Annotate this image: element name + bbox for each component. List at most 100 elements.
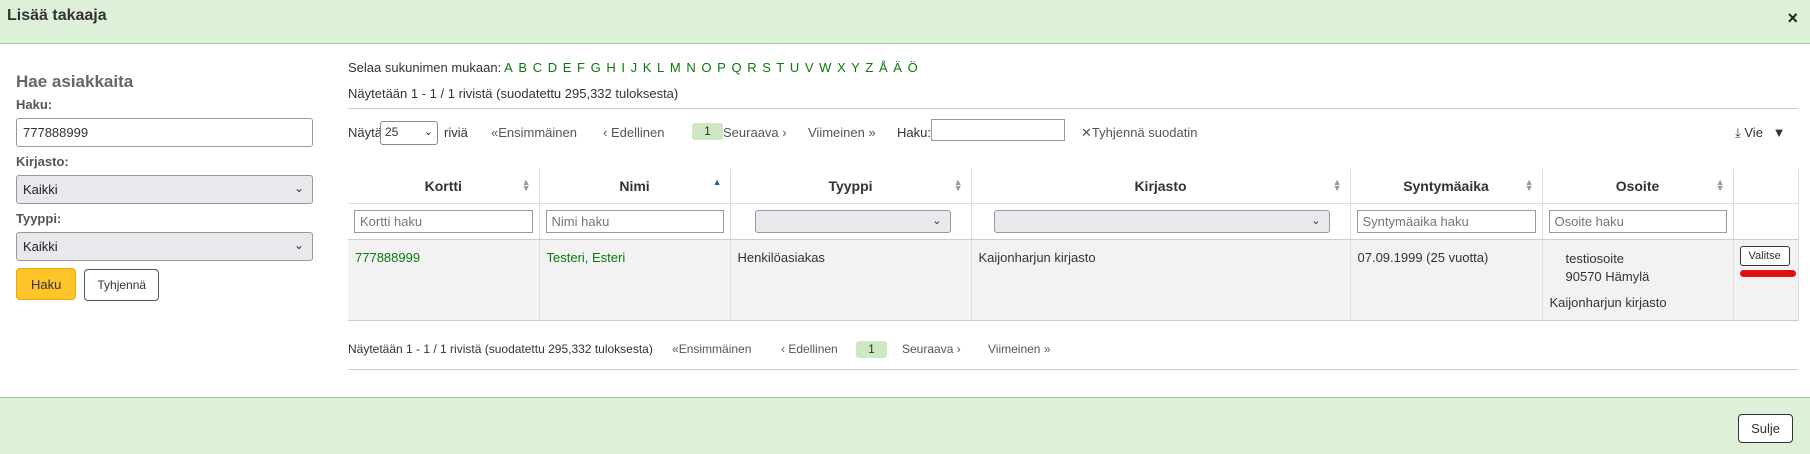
letter-link[interactable]: R bbox=[747, 60, 756, 75]
close-button[interactable]: Sulje bbox=[1738, 414, 1793, 443]
column-header-library[interactable]: Kirjasto ▲ ▼ bbox=[971, 169, 1351, 204]
table-footer: Näytetään 1 - 1 / 1 rivistä (suodatettu … bbox=[348, 321, 1798, 369]
column-header-type[interactable]: Tyyppi ▲ ▼ bbox=[730, 169, 972, 204]
rows-label: riviä bbox=[444, 125, 468, 140]
divider bbox=[348, 368, 1798, 370]
type-filter-select[interactable]: ⌄ bbox=[754, 209, 951, 233]
letter-link[interactable]: H bbox=[606, 60, 615, 75]
letter-link[interactable]: Q bbox=[731, 60, 741, 75]
letter-link[interactable]: J bbox=[631, 60, 638, 75]
letter-link[interactable]: T bbox=[776, 60, 784, 75]
table-toolbar: Näytä 25 ⌄ riviä «Ensimmäinen ‹ Edelline… bbox=[348, 109, 1798, 157]
letter-link[interactable]: X bbox=[837, 60, 846, 75]
caret-down-icon: ▼ bbox=[1772, 125, 1786, 140]
letter-link[interactable]: P bbox=[717, 60, 726, 75]
chevron-left-icon: ‹ bbox=[781, 341, 785, 356]
letter-link[interactable]: D bbox=[548, 60, 557, 75]
address-filter-input[interactable] bbox=[1548, 209, 1727, 233]
close-icon[interactable]: × bbox=[1787, 8, 1798, 29]
letter-link[interactable]: Y bbox=[851, 60, 860, 75]
chevron-left-icon: ‹ bbox=[603, 125, 608, 140]
search-button[interactable]: Haku bbox=[16, 268, 77, 300]
address-library: Kaijonharjun kirjasto bbox=[1549, 294, 1667, 310]
search-input[interactable] bbox=[16, 118, 313, 147]
letter-link[interactable]: Z bbox=[865, 60, 873, 75]
library-select-value: Kaikki bbox=[23, 182, 58, 197]
next-page-button[interactable]: Seuraava › bbox=[723, 125, 787, 140]
letter-link[interactable]: S bbox=[762, 60, 771, 75]
letter-link[interactable]: K bbox=[643, 60, 652, 75]
sort-icon: ▲ ▼ bbox=[521, 177, 531, 193]
clear-filter-button[interactable]: ✕Tyhjennä suodatin bbox=[1081, 125, 1197, 141]
table-filter-input[interactable] bbox=[931, 119, 1065, 141]
letter-link[interactable]: Å bbox=[879, 60, 888, 75]
letter-link[interactable]: I bbox=[621, 60, 625, 75]
chevron-down-icon: ⌄ bbox=[1311, 214, 1321, 227]
letter-link[interactable]: Ö bbox=[908, 60, 918, 75]
letter-link[interactable]: G bbox=[591, 60, 601, 75]
last-page-button[interactable]: Viimeinen » bbox=[808, 125, 876, 140]
column-header-card[interactable]: Kortti ▲ ▼ bbox=[348, 169, 540, 204]
sort-icon: ▲ ▼ bbox=[1524, 177, 1534, 193]
chevron-right-icon: › bbox=[782, 125, 787, 140]
letter-link[interactable]: Ä bbox=[893, 60, 902, 75]
letter-links: A B C D E F G H I J K L M N O P Q R S T … bbox=[504, 60, 920, 75]
modal-footer: Sulje bbox=[0, 397, 1810, 454]
results-info: Näytetään 1 - 1 / 1 rivistä (suodatettu … bbox=[348, 86, 679, 101]
filter-label: Haku: bbox=[897, 125, 931, 140]
export-button[interactable]: ⤓ Vie ▼ bbox=[1735, 125, 1785, 141]
column-header-action bbox=[1733, 169, 1799, 204]
letter-link[interactable]: L bbox=[657, 60, 664, 75]
current-page[interactable]: 1 bbox=[692, 123, 723, 140]
last-page-button-bottom[interactable]: Viimeinen » bbox=[988, 342, 1051, 356]
type-select[interactable]: Kaikki ⌄ bbox=[16, 232, 313, 261]
table-header-row: Kortti ▲ ▼ Nimi ▲ Tyyppi ▲ ▼ Kirjasto ▲ ▼ Synty… bbox=[348, 169, 1799, 204]
type-label: Tyyppi: bbox=[16, 211, 62, 226]
browse-by-surname: Selaa sukunimen mukaan: A B C D E F G H … bbox=[348, 60, 1798, 82]
letter-link[interactable]: F bbox=[577, 60, 585, 75]
address-city: 90570 Hämylä bbox=[1565, 268, 1650, 284]
double-chevron-right-icon: » bbox=[1043, 341, 1051, 356]
next-page-button-bottom[interactable]: Seuraava › bbox=[902, 342, 961, 356]
letter-link[interactable]: N bbox=[686, 60, 695, 75]
letter-link[interactable]: U bbox=[790, 60, 799, 75]
chevron-down-icon: ⌄ bbox=[293, 181, 304, 195]
letter-link[interactable]: O bbox=[701, 60, 711, 75]
letter-link[interactable]: M bbox=[670, 60, 681, 75]
patron-name-link[interactable]: Testeri, Esteri bbox=[547, 250, 626, 265]
patron-address: testiosoite 90570 Hämylä Kaijonharjun ki… bbox=[1542, 239, 1734, 321]
library-filter-select[interactable]: ⌄ bbox=[993, 209, 1330, 233]
card-number-link[interactable]: 777888999 bbox=[355, 250, 420, 265]
patron-birthdate: 07.09.1999 (25 vuotta) bbox=[1350, 239, 1543, 321]
select-patron-button[interactable]: Valitse bbox=[1739, 245, 1790, 266]
search-panel: Hae asiakkaita Haku: Kirjasto: Kaikki ⌄ … bbox=[16, 72, 313, 301]
card-filter-input[interactable] bbox=[354, 209, 533, 233]
search-panel-heading: Hae asiakkaita bbox=[16, 72, 134, 91]
letter-link[interactable]: A bbox=[504, 60, 513, 75]
column-header-birthdate[interactable]: Syntymäaika ▲ ▼ bbox=[1350, 169, 1543, 204]
library-select[interactable]: Kaikki ⌄ bbox=[16, 175, 313, 204]
address-street: testiosoite bbox=[1565, 250, 1625, 266]
name-filter-input[interactable] bbox=[545, 209, 724, 233]
current-page-bottom[interactable]: 1 bbox=[856, 340, 887, 358]
previous-page-button-bottom[interactable]: ‹ Edellinen bbox=[781, 342, 838, 356]
sort-icon: ▲ ▼ bbox=[1715, 177, 1725, 193]
letter-link[interactable]: C bbox=[533, 60, 542, 75]
download-icon: ⤓ bbox=[1735, 125, 1741, 140]
letter-link[interactable]: E bbox=[563, 60, 572, 75]
patron-table: Kortti ▲ ▼ Nimi ▲ Tyyppi ▲ ▼ Kirjasto ▲ ▼ Synty… bbox=[348, 169, 1799, 321]
letter-link[interactable]: W bbox=[819, 60, 831, 75]
clear-button[interactable]: Tyhjennä bbox=[84, 268, 160, 301]
previous-page-button[interactable]: ‹ Edellinen bbox=[603, 125, 664, 140]
page-size-select[interactable]: 25 ⌄ bbox=[380, 121, 438, 145]
chevron-down-icon: ⌄ bbox=[423, 126, 433, 138]
letter-link[interactable]: B bbox=[518, 60, 527, 75]
first-page-button-bottom[interactable]: «Ensimmäinen bbox=[672, 342, 751, 356]
column-header-address[interactable]: Osoite ▲ ▼ bbox=[1542, 169, 1734, 204]
letter-link[interactable]: V bbox=[805, 60, 814, 75]
first-page-button[interactable]: «Ensimmäinen bbox=[491, 125, 577, 140]
column-header-name[interactable]: Nimi ▲ bbox=[539, 169, 731, 204]
birthdate-filter-input[interactable] bbox=[1356, 209, 1536, 233]
column-filter-row: ⌄ ⌄ bbox=[348, 203, 1799, 240]
browse-label: Selaa sukunimen mukaan: bbox=[348, 60, 502, 75]
